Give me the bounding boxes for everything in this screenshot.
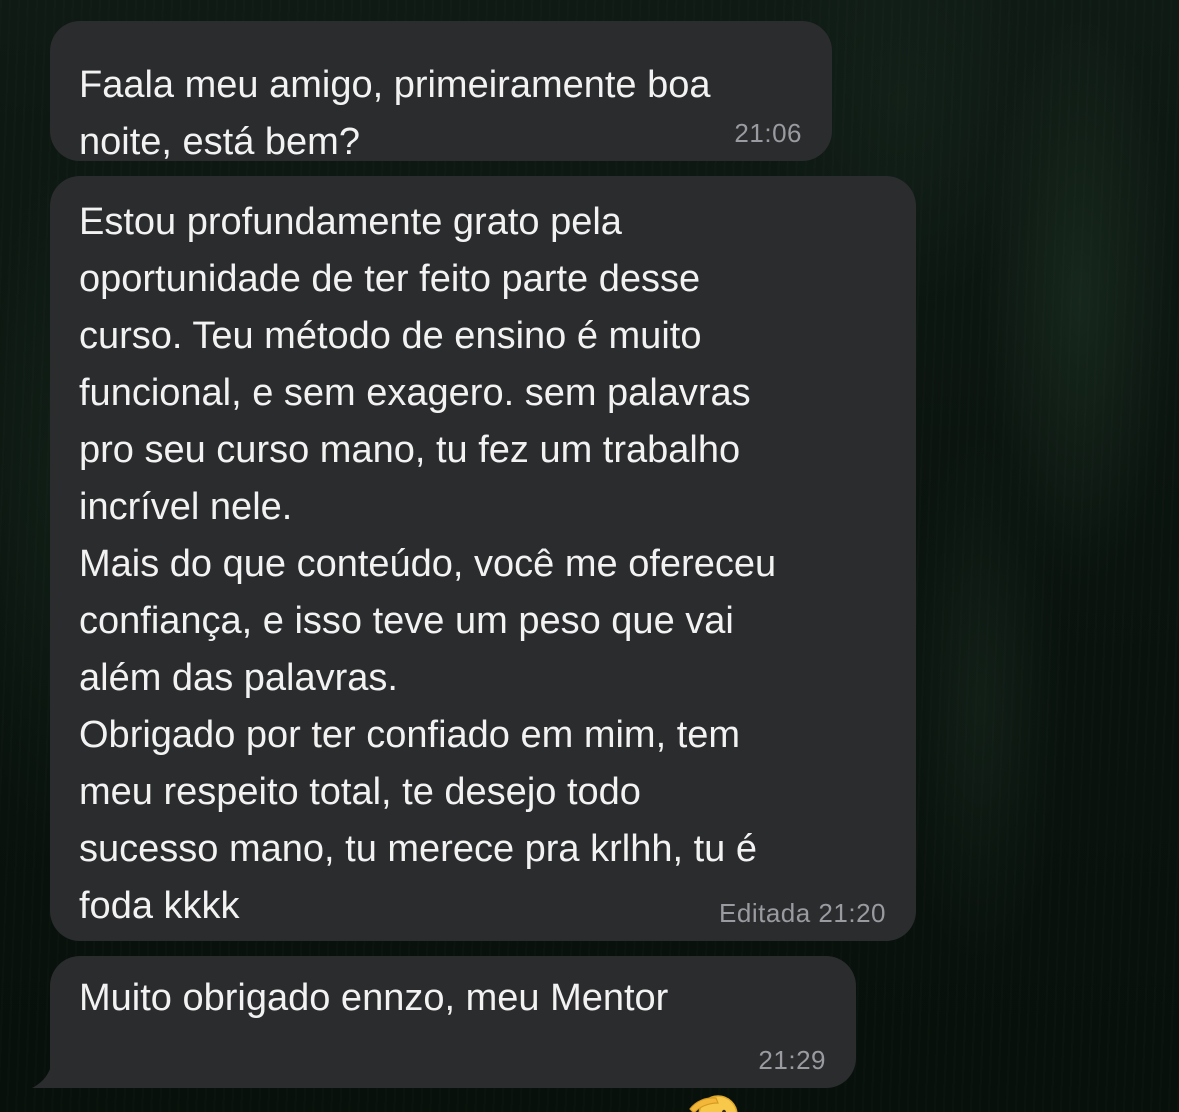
message-text: Faala meu amigo, primeiramente boa noite… (79, 64, 711, 163)
message-timestamp: 21:06 (734, 118, 802, 148)
message-edited-timestamp: Editada 21:20 (719, 898, 886, 928)
message-text-row: Muito obrigado ennzo, meu Mentor (79, 970, 738, 1112)
message-bubble[interactable]: Estou profundamente grato pela oportunid… (50, 176, 916, 941)
message-timestamp: 21:29 (758, 1045, 826, 1075)
message-bubble[interactable]: Muito obrigado ennzo, meu Mentor 21:29 (50, 956, 856, 1112)
saluting-face-emoji (686, 973, 738, 1112)
message-text: Estou profundamente grato pela oportunid… (79, 201, 777, 927)
message-text: Muito obrigado ennzo, meu Mentor (79, 977, 669, 1019)
message-bubble[interactable]: Faala meu amigo, primeiramente boa noite… (50, 21, 832, 163)
